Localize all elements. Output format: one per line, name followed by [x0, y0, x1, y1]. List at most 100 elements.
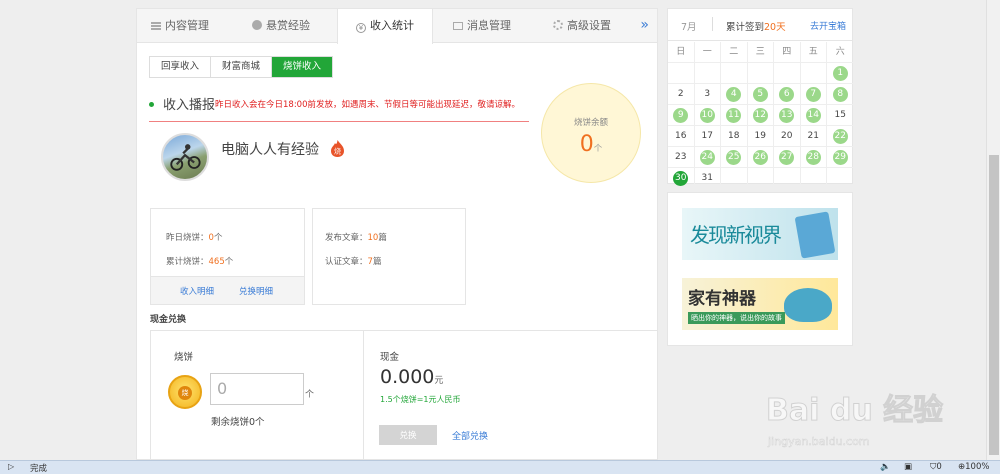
calendar-day[interactable]: 6	[774, 84, 801, 105]
calendar-day[interactable]: 3	[694, 84, 721, 105]
calendar-day[interactable]: 23	[668, 147, 695, 168]
weekday-label: 二	[721, 42, 748, 63]
calendar-day[interactable]: 11	[721, 105, 748, 126]
calendar-empty-cell	[747, 168, 774, 189]
calendar-week-row: 30 31	[668, 168, 854, 189]
calendar-day[interactable]: 22	[827, 126, 854, 147]
vertical-scrollbar[interactable]	[986, 0, 1000, 460]
tab-content-management[interactable]: 内容管理	[151, 9, 209, 43]
income-broadcast: 收入播报 昨日收入会在今日18:00前发放，如遇周末、节假日等可能出现延迟，敬请…	[149, 94, 529, 122]
calendar-empty-cell	[774, 63, 801, 84]
calendar-day-number: 22	[832, 129, 848, 144]
calendar-empty-cell	[721, 168, 748, 189]
calendar-day[interactable]: 27	[774, 147, 801, 168]
calendar-empty-cell	[721, 63, 748, 84]
calendar-day[interactable]: 8	[827, 84, 854, 105]
calendar-day-number: 15	[834, 110, 846, 120]
calendar-day[interactable]: 19	[747, 126, 774, 147]
shaobing-amount-input[interactable]: 0	[210, 373, 304, 405]
calendar-day[interactable]: 25	[721, 147, 748, 168]
username[interactable]: 电脑人人有经验	[221, 139, 319, 159]
weekday-label: 日	[668, 42, 695, 63]
calendar-day[interactable]: 17	[694, 126, 721, 147]
calendar-day-number: 26	[752, 150, 768, 165]
calendar-day[interactable]: 26	[747, 147, 774, 168]
calendar-header: 7月 累计签到20天 去开宝箱	[668, 9, 852, 41]
calendar-day[interactable]: 18	[721, 126, 748, 147]
calendar-day-number: 20	[781, 131, 793, 141]
cash-exchange-title: 现金兑换	[150, 315, 187, 325]
calendar-day-number: 28	[805, 150, 821, 165]
zoom-control[interactable]: ⊕100%	[958, 462, 989, 472]
exchange-detail-link[interactable]: 兑换明细	[239, 285, 273, 297]
calendar-day[interactable]: 24	[694, 147, 721, 168]
calendar-day[interactable]: 1	[827, 63, 854, 84]
exchange-all-link[interactable]: 全部兑换	[452, 429, 488, 442]
calendar-day[interactable]: 31	[694, 168, 721, 189]
subtab-share-income[interactable]: 回享收入	[150, 57, 212, 77]
calendar-grid: 日一二三四五六 1 2 3 4 5 6 7 8 9 10 11 12 13 14 15 16 17 18 19 20 21…	[668, 42, 854, 189]
bowl-image	[784, 288, 832, 322]
calendar-day-number: 17	[701, 131, 713, 141]
ad-banner-discover[interactable]: 发现新视界	[682, 208, 838, 260]
calendar-day[interactable]: 28	[800, 147, 827, 168]
calendar-day-number: 8	[832, 87, 848, 102]
calendar-day[interactable]: 7	[800, 84, 827, 105]
calendar-empty-cell	[747, 63, 774, 84]
tab-advanced-settings[interactable]: 高级设置	[553, 9, 611, 43]
watermark-url: jingyan.baidu.com	[768, 435, 870, 449]
tab-income-stats[interactable]: ¥ 收入统计	[337, 9, 433, 44]
calendar-day[interactable]: 2	[668, 84, 695, 105]
open-treasure-link[interactable]: 去开宝箱	[810, 19, 846, 32]
calendar-day[interactable]: 16	[668, 126, 695, 147]
tab-bounty[interactable]: 悬赏经验	[252, 9, 310, 43]
shield-status[interactable]: ⛉0	[930, 462, 942, 472]
calendar-day-number: 16	[675, 131, 687, 141]
ad2-subtext: 晒出你的神器，说出你的故事	[688, 312, 785, 324]
weekday-header-row: 日一二三四五六	[668, 42, 854, 63]
browser-status-bar: ▷ 完成 🔈 ▣ ⛉0 ⊕100%	[0, 460, 1000, 474]
weekday-label: 六	[827, 42, 854, 63]
speaker-icon[interactable]: 🔈	[880, 462, 891, 472]
calendar-day[interactable]: 30	[668, 168, 695, 189]
income-detail-link[interactable]: 收入明细	[180, 285, 214, 297]
yesterday-shaobing: 昨日烧饼：0个	[166, 233, 223, 243]
calendar-day[interactable]: 14	[800, 105, 827, 126]
calendar-day[interactable]: 29	[827, 147, 854, 168]
broadcast-title: 收入播报	[163, 98, 216, 113]
calendar-day-number: 3	[704, 89, 711, 99]
calendar-day[interactable]: 12	[747, 105, 774, 126]
calendar-day-number: 24	[699, 150, 715, 165]
calendar-day[interactable]: 21	[800, 126, 827, 147]
subtab-shaobing-income[interactable]: 烧饼收入	[272, 57, 333, 77]
weekday-label: 三	[747, 42, 774, 63]
calendar-day-number: 10	[699, 108, 715, 123]
tab-messages[interactable]: 消息管理	[453, 9, 511, 43]
calendar-day[interactable]: 15	[827, 105, 854, 126]
certified-articles: 认证文章：7篇	[325, 257, 382, 267]
avatar[interactable]	[161, 133, 209, 181]
calendar-day[interactable]: 9	[668, 105, 695, 126]
calendar-day[interactable]: 10	[694, 105, 721, 126]
calendar-day[interactable]: 4	[721, 84, 748, 105]
calendar-day-number: 14	[805, 108, 821, 123]
bounty-icon	[252, 20, 262, 30]
window-icon[interactable]: ▣	[904, 462, 912, 472]
ads-panel: 发现新视界 家有神器 晒出你的神器，说出你的故事	[667, 192, 853, 346]
calendar-separator	[712, 17, 713, 31]
scrollbar-thumb[interactable]	[989, 155, 999, 455]
weekday-label: 五	[800, 42, 827, 63]
calendar-day[interactable]: 5	[747, 84, 774, 105]
calendar-day[interactable]: 20	[774, 126, 801, 147]
calendar-week-row: 23 24 25 26 27 28 29	[668, 147, 854, 168]
exchange-divider	[363, 331, 364, 459]
ad1-text: 发现新视界	[690, 223, 782, 247]
calendar-week-row: 16 17 18 19 20 21 22	[668, 126, 854, 147]
cash-label: 现金	[380, 352, 400, 363]
ad-banner-gadget[interactable]: 家有神器 晒出你的神器，说出你的故事	[682, 278, 838, 330]
tabs-more-arrow[interactable]: »	[640, 9, 649, 41]
calendar-day[interactable]: 13	[774, 105, 801, 126]
fire-badge-icon: 烧	[331, 140, 344, 157]
subtab-wealth-mall[interactable]: 财富商城	[211, 57, 273, 77]
exchange-button[interactable]: 兑换	[379, 425, 437, 445]
